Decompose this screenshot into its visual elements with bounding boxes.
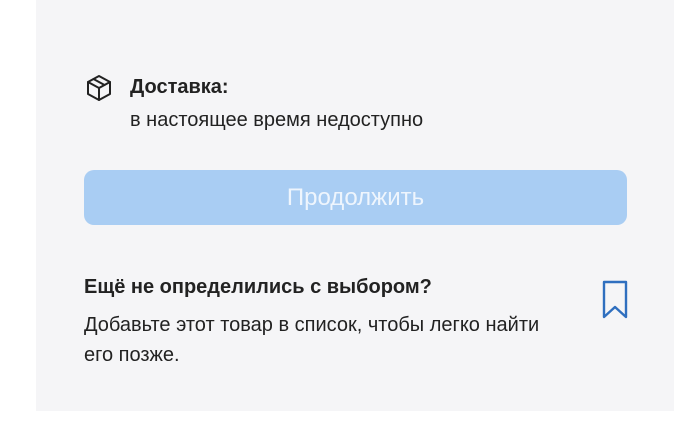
wishlist-title: Ещё не определились с выбором? — [84, 276, 432, 298]
bookmark-icon[interactable] — [601, 279, 629, 321]
delivery-status: в настоящее время недоступно — [130, 109, 424, 131]
continue-button[interactable]: Продолжить — [84, 170, 627, 225]
delivery-title: Доставка: — [130, 76, 229, 98]
product-action-card: Доставка: в настоящее время недоступно П… — [36, 0, 674, 411]
wishlist-text: Добавьте этот товар в список, чтобы легк… — [84, 314, 540, 366]
package-box-icon — [84, 73, 114, 103]
